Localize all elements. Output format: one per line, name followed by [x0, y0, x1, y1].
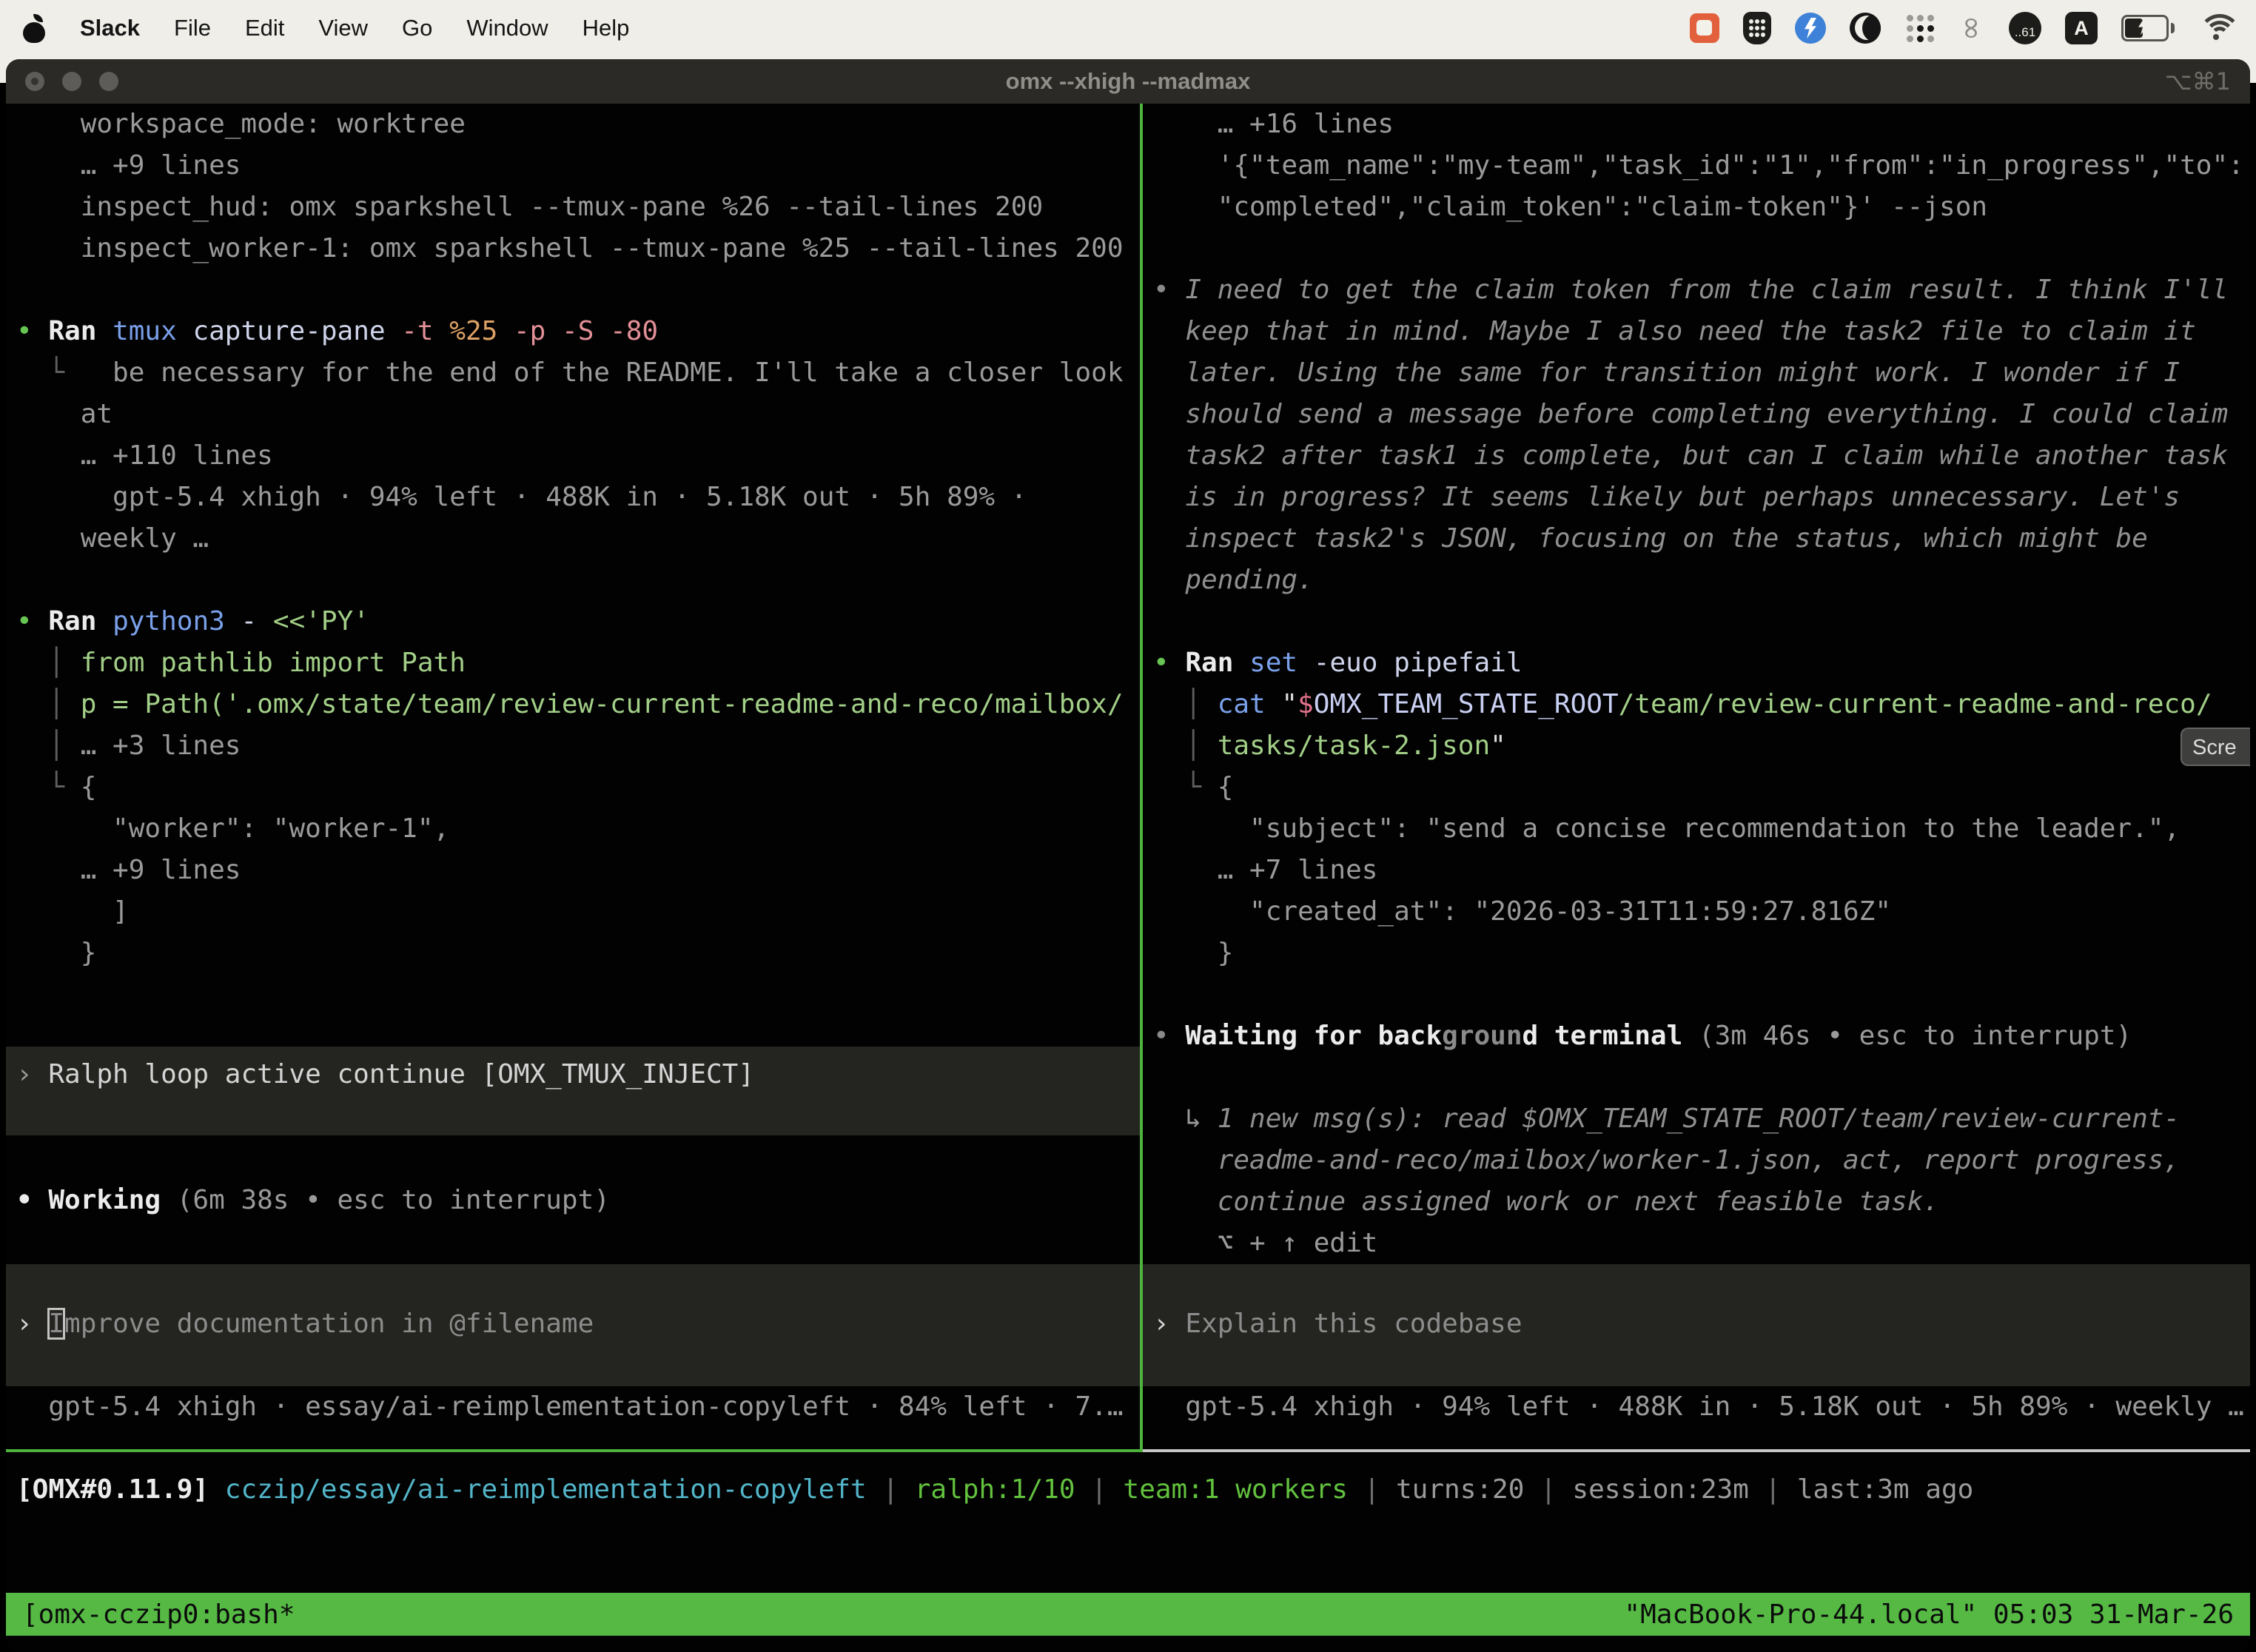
output-line: └ {	[6, 767, 1140, 808]
blank-line	[1143, 228, 2250, 269]
output-line: }	[6, 933, 1140, 974]
prompt-input[interactable]: › Explain this codebase	[1143, 1264, 2250, 1386]
output-line: }	[1143, 933, 2250, 974]
output-line: "created_at": "2026-03-31T11:59:27.816Z"	[1143, 891, 2250, 933]
blank-line	[6, 974, 1140, 1015]
menu-status-icons: ∞ ..61 A	[1690, 12, 2234, 44]
mailbox-message: continue assigned work or next feasible …	[1143, 1181, 2250, 1223]
blank-line	[6, 560, 1140, 601]
menu-item-go[interactable]: Go	[402, 15, 432, 41]
working-status: • Working (6m 38s • esc to interrupt)	[6, 1180, 1140, 1221]
window-title: omx --xhigh --madmax	[1006, 68, 1251, 95]
menu-item-window[interactable]: Window	[466, 15, 548, 41]
wifi-icon[interactable]	[2198, 14, 2234, 42]
edit-hint: ⌥ + ↑ edit	[1143, 1223, 2250, 1264]
thinking-line: pending.	[1143, 560, 2250, 601]
close-button[interactable]	[25, 72, 44, 91]
left-pane-border	[6, 1449, 1140, 1452]
output-line: … +16 lines	[1143, 104, 2250, 145]
tmux-session-label: [omx-cczip0:bash*	[22, 1599, 295, 1630]
output-line: "subject": "send a concise recommendatio…	[1143, 808, 2250, 850]
omx-status-line: [OMX#0.11.9] cczip/essay/ai-reimplementa…	[6, 1469, 2250, 1511]
tmux-host-clock-label: "MacBook-Pro-44.local" 05:03 31-Mar-26	[1624, 1599, 2234, 1630]
terminal-window: omx --xhigh --madmax ⌥⌘1 workspace_mode:…	[6, 59, 2250, 1652]
output-line: "completed","claim_token":"claim-token"}…	[1143, 187, 2250, 228]
output-line: '{"team_name":"my-team","task_id":"1","f…	[1143, 145, 2250, 187]
left-agent-pane[interactable]: workspace_mode: worktree … +9 lines insp…	[6, 104, 1140, 1449]
gauge-badge-icon[interactable]: ..61	[2009, 12, 2041, 44]
output-line: weekly …	[6, 518, 1140, 560]
blank-line	[1143, 974, 2250, 1015]
chat-app-icon[interactable]	[1690, 13, 1719, 43]
prompt-input[interactable]: › Improve documentation in @filename	[6, 1264, 1140, 1386]
menu-item-slack[interactable]: Slack	[80, 15, 140, 41]
window-titlebar[interactable]: omx --xhigh --madmax ⌥⌘1	[6, 59, 2250, 104]
blank-line	[1143, 1057, 2250, 1098]
waiting-status: • Waiting for background terminal (3m 46…	[1143, 1015, 2250, 1057]
thinking-line: • I need to get the claim token from the…	[1143, 269, 2250, 311]
output-line: … +110 lines	[6, 435, 1140, 477]
output-line: … +9 lines	[6, 145, 1140, 187]
blank-line	[1143, 601, 2250, 642]
thinking-line: keep that in mind. Maybe I also need the…	[1143, 311, 2250, 352]
thinking-line: should send a message before completing …	[1143, 394, 2250, 435]
text-cursor: I	[48, 1309, 64, 1339]
thinking-line: task2 after task1 is complete, but can I…	[1143, 435, 2250, 477]
window-shortcut-badge: ⌥⌘1	[2165, 59, 2231, 104]
app-grid-icon[interactable]	[1904, 13, 1936, 44]
output-line: inspect_hud: omx sparkshell --tmux-pane …	[6, 187, 1140, 228]
output-line: └ be necessary for the end of the README…	[6, 352, 1140, 394]
mailbox-message: ↳ 1 new msg(s): read $OMX_TEAM_STATE_ROO…	[1143, 1098, 2250, 1140]
command-line: • Ran set -euo pipefail	[1143, 642, 2250, 684]
zoom-button[interactable]	[99, 72, 118, 91]
input-source-icon[interactable]: A	[2065, 12, 2098, 44]
macos-menu-bar: Slack File Edit View Go Window Help ∞ ..61 A	[0, 0, 2256, 56]
output-line: workspace_mode: worktree	[6, 104, 1140, 145]
output-line: gpt-5.4 xhigh · 94% left · 488K in · 5.1…	[6, 477, 1140, 518]
mailbox-message: readme-and-reco/mailbox/worker-1.json, a…	[1143, 1140, 2250, 1181]
thinking-line: is in progress? It seems likely but perh…	[1143, 477, 2250, 518]
code-line: │ tasks/task-2.json"	[1143, 725, 2250, 767]
menu-item-edit[interactable]: Edit	[245, 15, 284, 41]
menu-items: Slack File Edit View Go Window Help	[22, 13, 629, 43]
thinking-line: later. Using the same for transition mig…	[1143, 352, 2250, 394]
lightning-token-icon[interactable]	[1795, 13, 1826, 44]
tmux-status-bar: [omx-cczip0:bash* "MacBook-Pro-44.local"…	[6, 1593, 2250, 1636]
menu-item-view[interactable]: View	[318, 15, 368, 41]
crescent-menu-icon[interactable]	[1850, 13, 1881, 44]
model-status-line: gpt-5.4 xhigh · 94% left · 488K in · 5.1…	[1143, 1386, 2250, 1428]
menu-item-file[interactable]: File	[174, 15, 211, 41]
thinking-line: inspect task2's JSON, focusing on the st…	[1143, 518, 2250, 560]
apple-menu-icon[interactable]	[22, 13, 46, 43]
output-line: └ {	[1143, 767, 2250, 808]
command-line: • Ran tmux capture-pane -t %25 -p -S -80	[6, 311, 1140, 352]
output-line: "worker": "worker-1",	[6, 808, 1140, 850]
command-line: • Ran python3 - <<'PY'	[6, 601, 1140, 642]
output-line: at	[6, 394, 1140, 435]
tmux-terminal: workspace_mode: worktree … +9 lines insp…	[6, 104, 2250, 1652]
output-line: inspect_worker-1: omx sparkshell --tmux-…	[6, 228, 1140, 269]
code-line: │ cat "$OMX_TEAM_STATE_ROOT/team/review-…	[1143, 684, 2250, 725]
queued-message-banner[interactable]: › Ralph loop active continue [OMX_TMUX_I…	[6, 1047, 1140, 1135]
battery-icon[interactable]	[2121, 15, 2175, 41]
blank-line	[6, 269, 1140, 311]
keypad-shield-icon[interactable]	[1743, 12, 1771, 44]
infinity-menu-icon[interactable]: ∞	[1957, 16, 1988, 41]
minimize-button[interactable]	[62, 72, 81, 91]
menu-item-help[interactable]: Help	[583, 15, 630, 41]
output-line: … +7 lines	[1143, 850, 2250, 891]
right-pane-border	[1143, 1449, 2250, 1452]
code-line: │ from pathlib import Path	[6, 642, 1140, 684]
code-line: │ p = Path('.omx/state/team/review-curre…	[6, 684, 1140, 725]
output-line: │ … +3 lines	[6, 725, 1140, 767]
output-line: ]	[6, 891, 1140, 933]
output-line: … +9 lines	[6, 850, 1140, 891]
right-agent-pane[interactable]: … +16 lines '{"team_name":"my-team","tas…	[1143, 104, 2250, 1449]
screen-tooltip: Scre	[2181, 728, 2250, 766]
model-status-line: gpt-5.4 xhigh · essay/ai-reimplementatio…	[6, 1386, 1140, 1428]
